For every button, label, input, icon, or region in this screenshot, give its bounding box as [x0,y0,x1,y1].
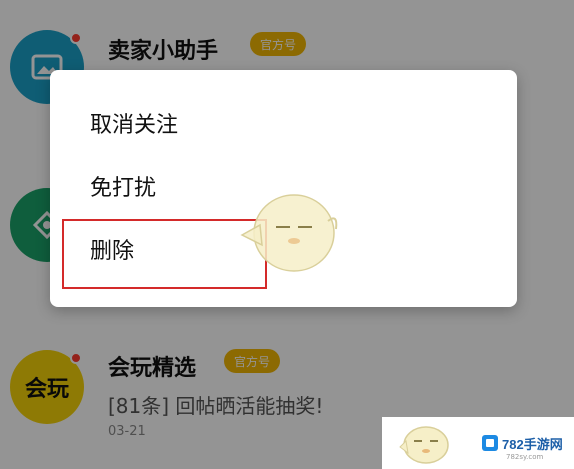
unfollow-menu-item[interactable]: 取消关注 [50,92,517,154]
site-logo-icon [482,435,498,451]
menu-item-label: 删除 [90,239,135,264]
mascot-watermark-icon [240,194,338,272]
site-watermark: 782手游网 782sy.com [382,417,574,469]
menu-item-label: 取消关注 [90,113,179,138]
mascot-logo-icon [399,426,449,464]
site-url: 782sy.com [506,453,544,461]
site-name: 782手游网 [502,436,563,452]
menu-item-label: 免打扰 [90,176,157,201]
